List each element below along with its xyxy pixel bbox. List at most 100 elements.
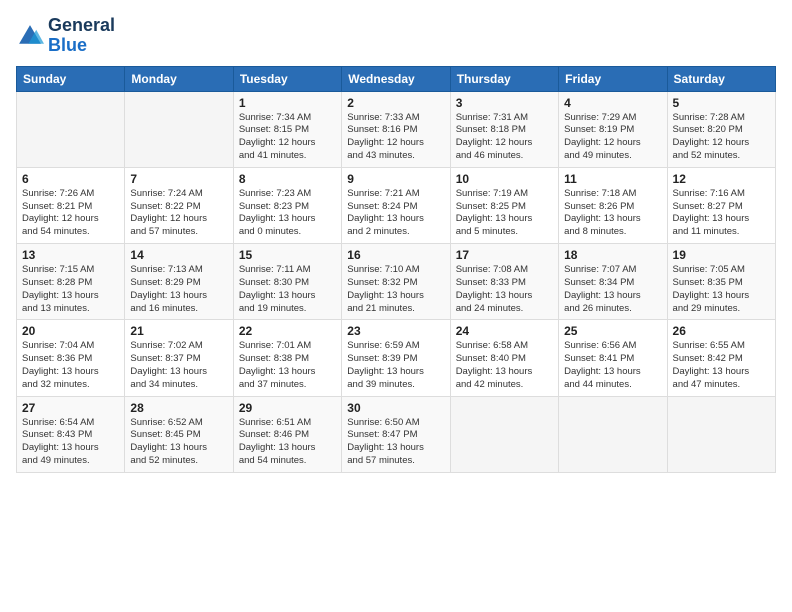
day-cell: 19Sunrise: 7:05 AMSunset: 8:35 PMDayligh… [667, 244, 775, 320]
day-cell: 13 Sunrise: 7:15 AMSunset: 8:28 PMDayligh… [17, 244, 125, 320]
day-cell: 24 Sunrise: 6:58 AMSunset: 8:40 PMDayligh… [450, 320, 558, 396]
day-number: 21 [130, 324, 227, 338]
day-info: Sunrise: 7:01 AMSunset: 8:38 PMDaylight:… [239, 340, 336, 391]
day-number: 25 [564, 324, 661, 338]
day-cell: 10Sunrise: 7:19 AMSunset: 8:25 PMDayligh… [450, 167, 558, 243]
day-cell: 4 Sunrise: 7:29 AMSunset: 8:19 PMDaylight… [559, 91, 667, 167]
col-header-friday: Friday [559, 66, 667, 91]
day-info: Sunrise: 7:24 AMSunset: 8:22 PMDaylight:… [130, 188, 227, 239]
day-number: 19 [673, 248, 770, 262]
day-number: 18 [564, 248, 661, 262]
day-info: Sunrise: 7:10 AMSunset: 8:32 PMDaylight:… [347, 264, 444, 315]
day-cell: 18 Sunrise: 7:07 AMSunset: 8:34 PMDayligh… [559, 244, 667, 320]
day-number: 4 [564, 96, 661, 110]
day-cell: 28Sunrise: 6:52 AMSunset: 8:45 PMDayligh… [125, 396, 233, 472]
col-header-thursday: Thursday [450, 66, 558, 91]
day-info: Sunrise: 7:29 AMSunset: 8:19 PMDaylight:… [564, 112, 661, 163]
logo-blue: Blue [48, 35, 87, 55]
day-info: Sunrise: 7:08 AMSunset: 8:33 PMDaylight:… [456, 264, 553, 315]
day-cell: 8 Sunrise: 7:23 AMSunset: 8:23 PMDaylight… [233, 167, 341, 243]
day-cell: 17Sunrise: 7:08 AMSunset: 8:33 PMDayligh… [450, 244, 558, 320]
day-number: 8 [239, 172, 336, 186]
week-row-3: 13 Sunrise: 7:15 AMSunset: 8:28 PMDayligh… [17, 244, 776, 320]
day-number: 24 [456, 324, 553, 338]
day-info: Sunrise: 7:16 AMSunset: 8:27 PMDaylight:… [673, 188, 770, 239]
day-cell: 27 Sunrise: 6:54 AMSunset: 8:43 PMDayligh… [17, 396, 125, 472]
day-info: Sunrise: 6:55 AMSunset: 8:42 PMDaylight:… [673, 340, 770, 391]
day-info: Sunrise: 7:02 AMSunset: 8:37 PMDaylight:… [130, 340, 227, 391]
day-number: 1 [239, 96, 336, 110]
day-number: 9 [347, 172, 444, 186]
day-info: Sunrise: 7:34 AMSunset: 8:15 PMDaylight:… [239, 112, 336, 163]
day-cell: 6 Sunrise: 7:26 AMSunset: 8:21 PMDaylight… [17, 167, 125, 243]
week-row-5: 27 Sunrise: 6:54 AMSunset: 8:43 PMDayligh… [17, 396, 776, 472]
day-info: Sunrise: 7:31 AMSunset: 8:18 PMDaylight:… [456, 112, 553, 163]
day-number: 11 [564, 172, 661, 186]
day-cell: 9 Sunrise: 7:21 AMSunset: 8:24 PMDaylight… [342, 167, 450, 243]
day-number: 30 [347, 401, 444, 415]
day-info: Sunrise: 6:58 AMSunset: 8:40 PMDaylight:… [456, 340, 553, 391]
col-header-monday: Monday [125, 66, 233, 91]
logo-icon [16, 22, 44, 50]
logo-general: General [48, 15, 115, 35]
day-number: 5 [673, 96, 770, 110]
col-header-saturday: Saturday [667, 66, 775, 91]
day-cell [17, 91, 125, 167]
day-cell: 30Sunrise: 6:50 AMSunset: 8:47 PMDayligh… [342, 396, 450, 472]
day-info: Sunrise: 7:26 AMSunset: 8:21 PMDaylight:… [22, 188, 119, 239]
logo: General Blue [16, 16, 115, 56]
day-info: Sunrise: 6:54 AMSunset: 8:43 PMDaylight:… [22, 417, 119, 468]
day-number: 7 [130, 172, 227, 186]
day-cell: 20 Sunrise: 7:04 AMSunset: 8:36 PMDayligh… [17, 320, 125, 396]
day-info: Sunrise: 7:28 AMSunset: 8:20 PMDaylight:… [673, 112, 770, 163]
day-number: 14 [130, 248, 227, 262]
week-row-4: 20 Sunrise: 7:04 AMSunset: 8:36 PMDayligh… [17, 320, 776, 396]
col-header-tuesday: Tuesday [233, 66, 341, 91]
day-cell [559, 396, 667, 472]
day-number: 20 [22, 324, 119, 338]
header: General Blue [16, 16, 776, 56]
day-number: 26 [673, 324, 770, 338]
day-number: 16 [347, 248, 444, 262]
day-cell: 16 Sunrise: 7:10 AMSunset: 8:32 PMDayligh… [342, 244, 450, 320]
day-cell: 2 Sunrise: 7:33 AMSunset: 8:16 PMDaylight… [342, 91, 450, 167]
day-cell: 5 Sunrise: 7:28 AMSunset: 8:20 PMDaylight… [667, 91, 775, 167]
day-info: Sunrise: 7:04 AMSunset: 8:36 PMDaylight:… [22, 340, 119, 391]
day-info: Sunrise: 7:15 AMSunset: 8:28 PMDaylight:… [22, 264, 119, 315]
day-number: 13 [22, 248, 119, 262]
day-cell: 14 Sunrise: 7:13 AMSunset: 8:29 PMDayligh… [125, 244, 233, 320]
day-info: Sunrise: 7:23 AMSunset: 8:23 PMDaylight:… [239, 188, 336, 239]
day-cell: 15 Sunrise: 7:11 AMSunset: 8:30 PMDayligh… [233, 244, 341, 320]
day-cell: 12 Sunrise: 7:16 AMSunset: 8:27 PMDayligh… [667, 167, 775, 243]
day-number: 22 [239, 324, 336, 338]
day-info: Sunrise: 7:11 AMSunset: 8:30 PMDaylight:… [239, 264, 336, 315]
day-cell [450, 396, 558, 472]
day-cell: 23Sunrise: 6:59 AMSunset: 8:39 PMDayligh… [342, 320, 450, 396]
day-cell: 1 Sunrise: 7:34 AMSunset: 8:15 PMDaylight… [233, 91, 341, 167]
day-number: 15 [239, 248, 336, 262]
week-row-1: 1 Sunrise: 7:34 AMSunset: 8:15 PMDaylight… [17, 91, 776, 167]
day-cell [667, 396, 775, 472]
day-info: Sunrise: 6:56 AMSunset: 8:41 PMDaylight:… [564, 340, 661, 391]
day-info: Sunrise: 7:33 AMSunset: 8:16 PMDaylight:… [347, 112, 444, 163]
day-info: Sunrise: 7:13 AMSunset: 8:29 PMDaylight:… [130, 264, 227, 315]
day-cell: 7 Sunrise: 7:24 AMSunset: 8:22 PMDaylight… [125, 167, 233, 243]
day-cell: 21 Sunrise: 7:02 AMSunset: 8:37 PMDayligh… [125, 320, 233, 396]
day-info: Sunrise: 7:21 AMSunset: 8:24 PMDaylight:… [347, 188, 444, 239]
day-number: 27 [22, 401, 119, 415]
calendar: SundayMondayTuesdayWednesdayThursdayFrid… [16, 66, 776, 473]
day-cell: 22 Sunrise: 7:01 AMSunset: 8:38 PMDayligh… [233, 320, 341, 396]
day-number: 2 [347, 96, 444, 110]
day-number: 6 [22, 172, 119, 186]
day-number: 12 [673, 172, 770, 186]
day-info: Sunrise: 6:51 AMSunset: 8:46 PMDaylight:… [239, 417, 336, 468]
day-number: 28 [130, 401, 227, 415]
day-info: Sunrise: 7:07 AMSunset: 8:34 PMDaylight:… [564, 264, 661, 315]
day-cell: 29Sunrise: 6:51 AMSunset: 8:46 PMDayligh… [233, 396, 341, 472]
day-cell: 3 Sunrise: 7:31 AMSunset: 8:18 PMDaylight… [450, 91, 558, 167]
day-info: Sunrise: 7:18 AMSunset: 8:26 PMDaylight:… [564, 188, 661, 239]
day-number: 3 [456, 96, 553, 110]
week-row-2: 6 Sunrise: 7:26 AMSunset: 8:21 PMDaylight… [17, 167, 776, 243]
page: General Blue SundayMondayTuesdayWednesda… [0, 0, 792, 612]
day-cell [125, 91, 233, 167]
